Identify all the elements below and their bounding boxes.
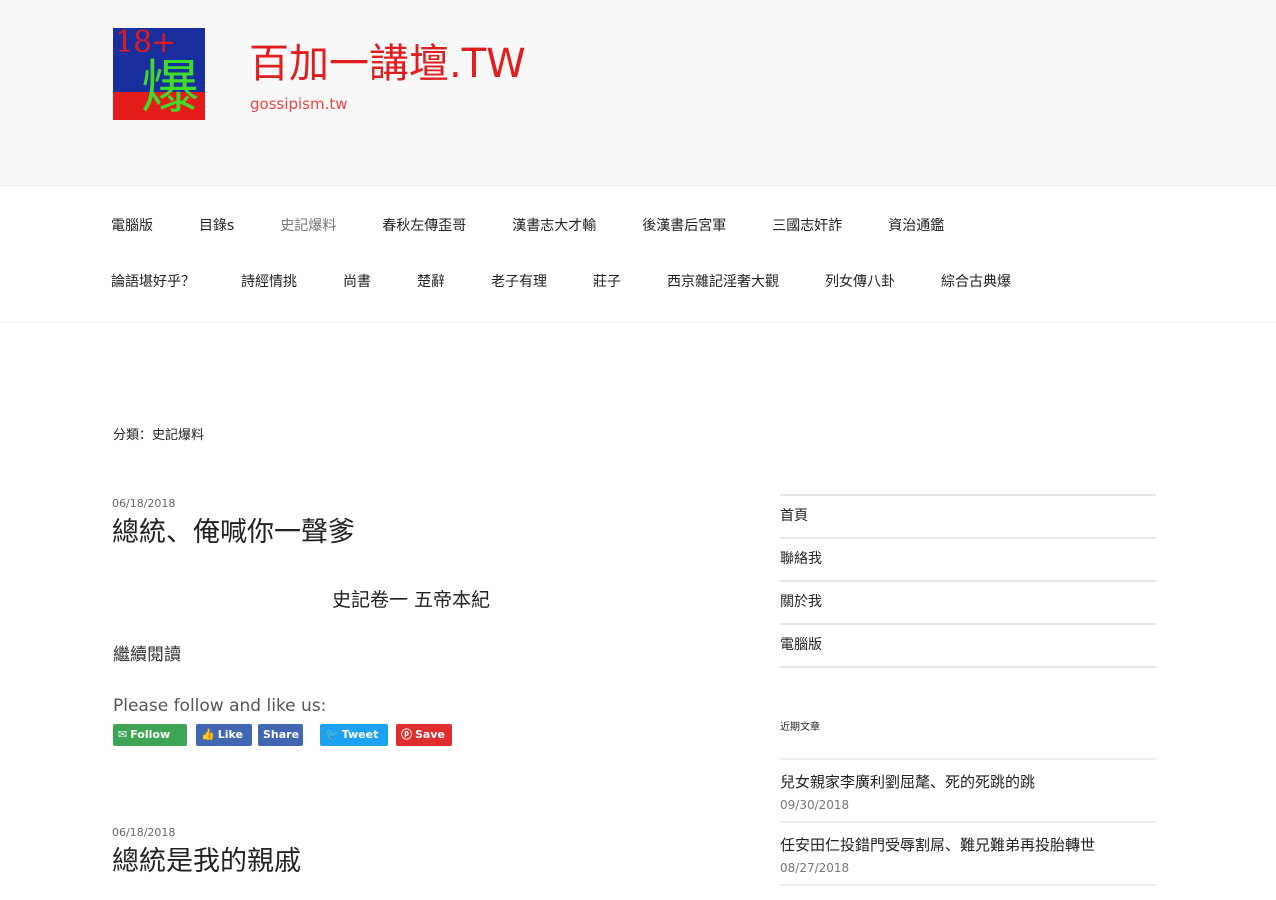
nav-row-1: 電腦版 目錄s 史記爆料 春秋左傳歪哥 漢書志大才輸 後漢書后宮軍 三國志奸詐 … [111, 216, 944, 236]
nav-item-sanguozhi[interactable]: 三國志奸詐 [772, 216, 842, 236]
nav-item-zuozhuan[interactable]: 春秋左傳歪哥 [382, 216, 466, 236]
sidebar-link-home[interactable]: 首頁 [780, 494, 1156, 537]
sidebar-link-about[interactable]: 關於我 [780, 580, 1156, 623]
follow-button[interactable]: ✉ Follow [113, 724, 187, 746]
site-header: 18+ 爆 百加一講壇.TW gossipism.tw [0, 0, 1276, 186]
site-description: gossipism.tw [250, 95, 348, 113]
site-logo[interactable]: 18+ 爆 [113, 28, 205, 120]
follow-button-label: Follow [130, 728, 171, 741]
nav-item-zhuangzi[interactable]: 莊子 [593, 272, 621, 292]
recent-post-title[interactable]: 兒女親家李廣利劉屈氂、死的死跳的跳 [780, 772, 1156, 792]
post-entry: 06/18/2018 總統、俺喊你一聲爹 [112, 497, 632, 551]
recent-post-item: 任安田仁投錯門受辱割屌、難兄難弟再投胎轉世 08/27/2018 [780, 823, 1156, 886]
nav-item-shangshu[interactable]: 尚書 [343, 272, 371, 292]
post-excerpt: 史記卷一 五帝本紀 [332, 589, 491, 611]
share-button[interactable]: Share [258, 724, 303, 746]
nav-item-chuci[interactable]: 楚辭 [417, 272, 445, 292]
recent-posts-heading: 近期文章 [780, 722, 820, 733]
sidebar-link-contact[interactable]: 聯絡我 [780, 537, 1156, 580]
post-title[interactable]: 總統、俺喊你一聲爹 [112, 515, 632, 551]
nav-item-laozi[interactable]: 老子有理 [491, 272, 547, 292]
recent-post-title[interactable]: 任安田仁投錯門受辱割屌、難兄難弟再投胎轉世 [780, 835, 1156, 855]
post-date[interactable]: 06/18/2018 [112, 826, 632, 840]
follow-prompt: Please follow and like us: [113, 696, 327, 716]
nav-item-hanshu[interactable]: 漢書志大才輸 [512, 216, 596, 236]
sidebar-link-desktop[interactable]: 電腦版 [780, 623, 1156, 666]
thumbs-up-icon: 👍 [201, 728, 215, 741]
nav-item-xijing-zaji[interactable]: 西京雜記淫奢大觀 [667, 272, 779, 292]
site-title[interactable]: 百加一講壇.TW [249, 40, 526, 88]
post-title[interactable]: 總統是我的親戚 [112, 844, 632, 880]
nav-item-contents[interactable]: 目錄s [199, 216, 234, 236]
tweet-button[interactable]: 🐦 Tweet [320, 724, 388, 746]
category-heading: 分類：史記爆料 [113, 428, 205, 443]
nav-item-lunyu[interactable]: 論語堪好乎？ [111, 272, 195, 292]
nav-item-lienu-zhuan[interactable]: 列女傳八卦 [825, 272, 895, 292]
recent-post-date: 08/27/2018 [780, 861, 850, 875]
save-button[interactable]: ⓟ Save [396, 724, 452, 746]
nav-item-classics-misc[interactable]: 綜合古典爆 [941, 272, 1011, 292]
nav-item-zizhi-tongjian[interactable]: 資治通鑑 [888, 216, 944, 236]
like-button-label: Like [217, 728, 243, 741]
read-more-link[interactable]: 繼續閱讀 [113, 640, 181, 665]
post-date[interactable]: 06/18/2018 [112, 497, 632, 511]
recent-posts-list: 兒女親家李廣利劉屈氂、死的死跳的跳 09/30/2018 任安田仁投錯門受辱割屌… [780, 758, 1156, 886]
tweet-button-label: Tweet [341, 728, 379, 741]
nav-item-shijing[interactable]: 詩經情挑 [241, 272, 297, 292]
nav-row-2: 論語堪好乎？ 詩經情挑 尚書 楚辭 老子有理 莊子 西京雜記淫奢大觀 列女傳八卦… [111, 272, 1011, 292]
divider [780, 666, 1156, 668]
logo-glyph: 爆 [141, 53, 200, 120]
mail-icon: ✉ [118, 728, 128, 741]
twitter-icon: 🐦 [325, 728, 339, 741]
nav-item-desktop-version[interactable]: 電腦版 [111, 216, 153, 236]
nav-item-shiji[interactable]: 史記爆料 [280, 216, 336, 236]
pinterest-icon: ⓟ [401, 728, 412, 741]
like-button[interactable]: 👍 Like [196, 724, 252, 746]
recent-post-date: 09/30/2018 [780, 798, 850, 812]
sidebar-menu: 首頁 聯絡我 關於我 電腦版 [780, 494, 1156, 668]
share-button-label: Share [263, 728, 300, 741]
post-entry: 06/18/2018 總統是我的親戚 [112, 826, 632, 880]
nav-item-hou-hanshu[interactable]: 後漢書后宮軍 [642, 216, 726, 236]
main-navigation: 電腦版 目錄s 史記爆料 春秋左傳歪哥 漢書志大才輸 後漢書后宮軍 三國志奸詐 … [0, 186, 1276, 323]
recent-post-item: 兒女親家李廣利劉屈氂、死的死跳的跳 09/30/2018 [780, 760, 1156, 823]
save-button-label: Save [415, 728, 445, 741]
